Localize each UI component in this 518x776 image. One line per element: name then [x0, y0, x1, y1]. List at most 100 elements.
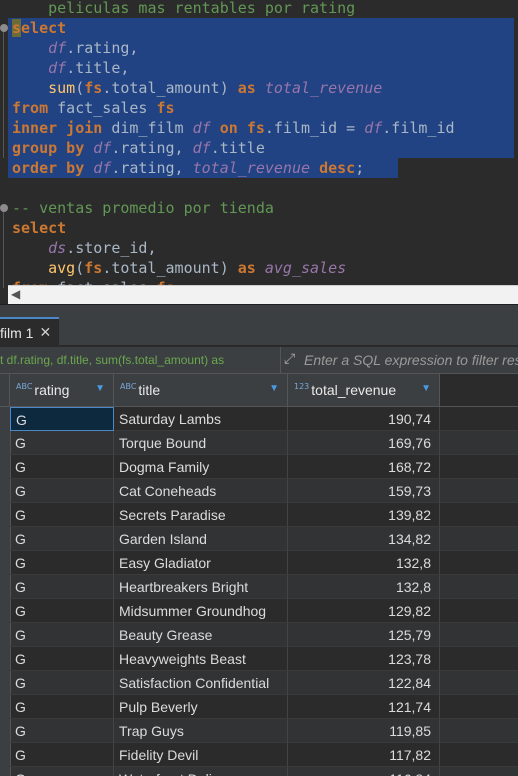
sql-editor[interactable]: peliculas mas rentables por rating select… — [0, 0, 518, 288]
table-cell-rating[interactable]: G — [10, 575, 114, 599]
tab-results-film-1[interactable]: film 1 ✕ — [0, 317, 60, 347]
table-row[interactable]: G Heartbreakers Bright 132,8 — [0, 575, 518, 599]
table-cell-rating[interactable]: G — [10, 599, 114, 623]
column-label: total_revenue — [311, 382, 397, 398]
expand-icon[interactable]: ⤢ — [284, 351, 295, 367]
table-cell-title[interactable]: Heartbreakers Bright — [114, 575, 288, 599]
close-icon[interactable]: ✕ — [39, 325, 51, 341]
table-cell-title[interactable]: Waterfront Deli — [114, 767, 288, 776]
column-header-rating[interactable]: ABC rating ▼ — [10, 374, 114, 406]
table-cell-total-revenue[interactable]: 132,8 — [288, 575, 440, 599]
table-cell-title[interactable]: Fidelity Devil — [114, 743, 288, 767]
column-label: rating — [34, 382, 70, 398]
table-cell-total-revenue[interactable]: 117,82 — [288, 743, 440, 767]
table-row[interactable]: G Trap Guys 119,85 — [0, 719, 518, 743]
table-cell-total-revenue[interactable]: 122,84 — [288, 671, 440, 695]
table-cell-total-revenue[interactable]: 169,76 — [288, 431, 440, 455]
table-cell-title[interactable]: Pulp Beverly — [114, 695, 288, 719]
table-cell-total-revenue[interactable]: 125,79 — [288, 623, 440, 647]
table-cell-total-revenue[interactable]: 168,72 — [288, 455, 440, 479]
table-cell-rating[interactable]: G — [10, 647, 114, 671]
table-cell-total-revenue[interactable]: 139,82 — [288, 503, 440, 527]
table-cell-rating[interactable]: G — [10, 479, 114, 503]
table-cell-total-revenue[interactable]: 129,82 — [288, 599, 440, 623]
tab-label: film 1 — [0, 325, 34, 341]
table-cell-title[interactable]: Trap Guys — [114, 719, 288, 743]
code-token: sum — [48, 79, 76, 97]
table-cell-title[interactable]: Beauty Grease — [114, 623, 288, 647]
table-cell-rating[interactable]: G — [10, 767, 114, 776]
table-cell-rating[interactable]: G — [10, 503, 114, 527]
table-cell-total-revenue[interactable]: 116,84 — [288, 767, 440, 776]
table-cell-total-revenue[interactable]: 121,74 — [288, 695, 440, 719]
table-row[interactable]: G Fidelity Devil 117,82 — [0, 743, 518, 767]
table-cell-rating[interactable]: G — [10, 719, 114, 743]
panel-splitter[interactable] — [0, 304, 518, 313]
sort-filter-dropdown-icon[interactable]: ▼ — [421, 383, 431, 394]
table-row[interactable]: G Beauty Grease 125,79 — [0, 623, 518, 647]
table-row[interactable]: G Pulp Beverly 121,74 — [0, 695, 518, 719]
table-row[interactable]: G Secrets Paradise 139,82 — [0, 503, 518, 527]
code-token: ; — [355, 159, 365, 177]
table-cell-title[interactable]: Torque Bound — [114, 431, 288, 455]
table-row[interactable]: G Saturday Lambs 190,74 — [0, 407, 518, 431]
table-cell-title[interactable]: Dogma Family — [114, 455, 288, 479]
table-cell-total-revenue[interactable]: 159,73 — [288, 479, 440, 503]
editor-horizontal-scrollbar[interactable]: ◀ — [8, 285, 518, 304]
code-token: on — [219, 119, 238, 137]
table-cell-title[interactable]: Cat Coneheads — [114, 479, 288, 503]
column-header-total-revenue[interactable]: 123 total_revenue ▼ — [288, 374, 440, 406]
table-cell-title[interactable]: Midsummer Groundhog — [114, 599, 288, 623]
code-token: df — [93, 159, 112, 177]
table-row[interactable]: G Heavyweights Beast 123,78 — [0, 647, 518, 671]
table-cell-rating[interactable]: G — [10, 431, 114, 455]
table-cell-total-revenue[interactable]: 134,82 — [288, 527, 440, 551]
table-row[interactable]: G Easy Gladiator 132,8 — [0, 551, 518, 575]
table-cell-total-revenue[interactable]: 119,85 — [288, 719, 440, 743]
table-cell-rating[interactable]: G — [10, 695, 114, 719]
table-cell-rating[interactable]: G — [10, 671, 114, 695]
code-token: .title, — [66, 59, 130, 77]
fold-marker-icon[interactable] — [0, 204, 8, 212]
table-cell-total-revenue[interactable]: 132,8 — [288, 551, 440, 575]
table-row[interactable]: G Torque Bound 169,76 — [0, 431, 518, 455]
filter-expression-input[interactable] — [304, 349, 518, 371]
table-row[interactable]: G Dogma Family 168,72 — [0, 455, 518, 479]
table-row[interactable]: G Cat Coneheads 159,73 — [0, 479, 518, 503]
table-cell-title[interactable]: Easy Gladiator — [114, 551, 288, 575]
code-token: fs — [156, 99, 175, 117]
empty-cell — [440, 647, 518, 671]
code-token: .total_amount) — [102, 79, 238, 97]
column-header-title[interactable]: ABC title ▼ — [114, 374, 288, 406]
table-row[interactable]: G Midsummer Groundhog 129,82 — [0, 599, 518, 623]
sort-filter-dropdown-icon[interactable]: ▼ — [269, 383, 279, 394]
code-token: dim_film — [102, 119, 193, 137]
empty-header-space — [440, 374, 518, 406]
table-row[interactable]: GWaterfront Deli116,84 — [0, 767, 518, 776]
table-cell-rating[interactable]: G — [10, 551, 114, 575]
sort-filter-dropdown-icon[interactable]: ▼ — [95, 383, 105, 394]
table-cell-title[interactable]: Satisfaction Confidential — [114, 671, 288, 695]
table-cell-total-revenue[interactable]: 190,74 — [288, 407, 440, 431]
table-cell-title[interactable]: Saturday Lambs — [114, 407, 288, 431]
code-line: peliculas mas rentables por rating — [12, 0, 355, 18]
table-cell-rating[interactable]: G — [10, 527, 114, 551]
table-cell-rating[interactable]: G — [10, 455, 114, 479]
table-row[interactable]: G Satisfaction Confidential 122,84 — [0, 671, 518, 695]
table-cell-rating[interactable]: G — [10, 743, 114, 767]
results-grid[interactable]: ABC rating ▼ ABC title ▼ 123 total_revenue ▼ G Sa… — [0, 374, 518, 776]
table-cell-rating[interactable]: G — [10, 407, 114, 431]
table-row[interactable]: G Garden Island 134,82 — [0, 527, 518, 551]
code-token: total_revenue — [192, 159, 311, 177]
scroll-left-arrow-icon[interactable]: ◀ — [11, 287, 20, 301]
code-token: fact_sales — [48, 99, 157, 117]
fold-marker-icon[interactable] — [0, 24, 8, 32]
code-token: from — [12, 99, 49, 117]
table-cell-title[interactable]: Secrets Paradise — [114, 503, 288, 527]
table-cell-rating[interactable]: G — [10, 623, 114, 647]
table-cell-total-revenue[interactable]: 123,78 — [288, 647, 440, 671]
table-cell-title[interactable]: Heavyweights Beast — [114, 647, 288, 671]
table-cell-title[interactable]: Garden Island — [114, 527, 288, 551]
